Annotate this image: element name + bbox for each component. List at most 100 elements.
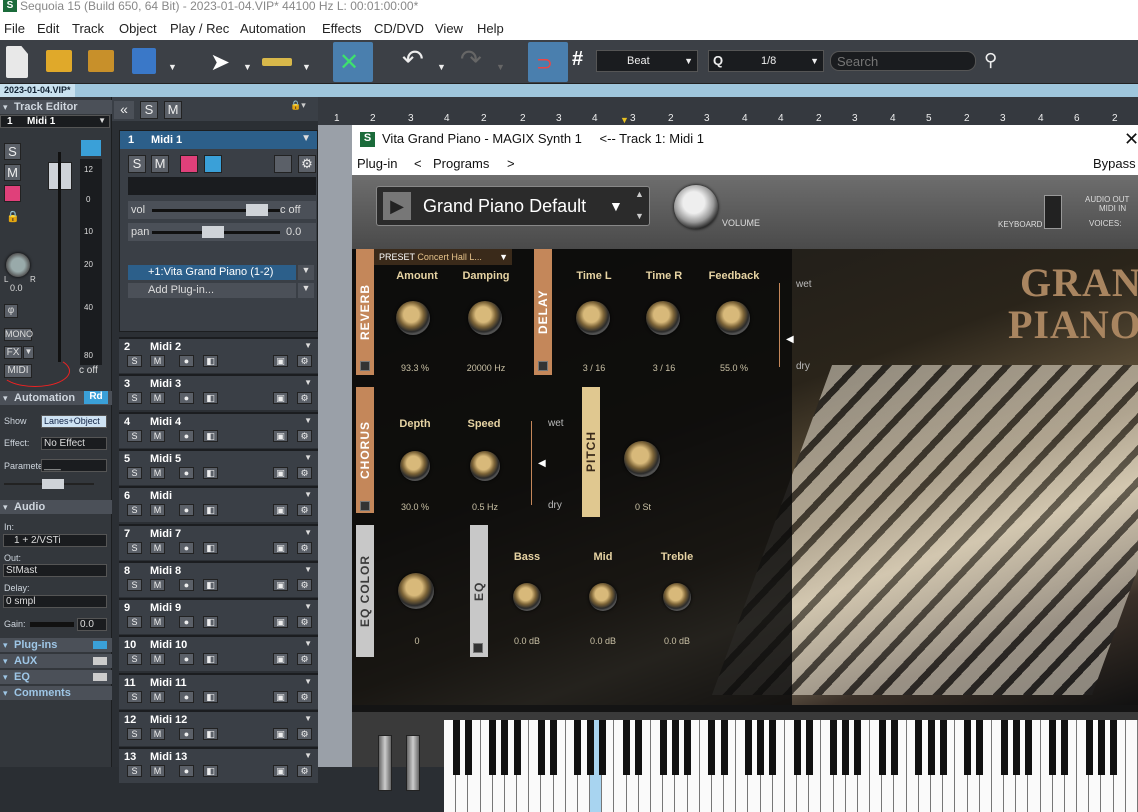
track-monitor-icon[interactable]: ◧ (203, 616, 218, 629)
track-1-monitor-icon[interactable] (204, 155, 222, 173)
search-input[interactable] (830, 51, 976, 71)
track-1-lock-icon[interactable] (274, 155, 292, 173)
menu-play-rec[interactable]: Play / Rec (170, 21, 229, 36)
track-record-button[interactable]: ● (179, 653, 194, 666)
menu-view[interactable]: View (435, 21, 463, 36)
menu-automation[interactable]: Automation (240, 21, 306, 36)
feedback-knob[interactable] (716, 301, 750, 335)
track-1-header[interactable]: 1 Midi 1 ▼ (120, 131, 317, 149)
track-record-button[interactable]: ● (179, 541, 194, 554)
search-icon[interactable]: ⚲ (984, 50, 997, 71)
track-lock-icon[interactable]: ▣ (273, 392, 288, 405)
track-record-button[interactable]: ● (179, 504, 194, 517)
header-lock-icon[interactable]: 🔒▾ (290, 100, 306, 111)
track-lock-icon[interactable]: ▣ (273, 690, 288, 703)
chorus-enable-checkbox[interactable] (360, 501, 370, 511)
eq-enable-checkbox[interactable] (473, 643, 483, 653)
delay-field[interactable]: 0 smpl (3, 595, 107, 608)
track-settings-icon[interactable]: ⚙ (297, 578, 312, 591)
track-monitor-icon[interactable]: ◧ (203, 504, 218, 517)
track-settings-icon[interactable]: ⚙ (297, 690, 312, 703)
track-settings-icon[interactable]: ⚙ (297, 429, 312, 442)
project-tab[interactable]: 2023-01-04.VIP* (0, 84, 75, 97)
track-settings-icon[interactable]: ⚙ (297, 765, 312, 778)
track-mute-button[interactable]: M (150, 429, 165, 442)
time-l-knob[interactable] (576, 301, 610, 335)
track-lock-icon[interactable]: ▣ (273, 578, 288, 591)
snap-magnet-icon[interactable]: ⊃ (528, 42, 568, 82)
track-solo-button[interactable]: S (127, 690, 142, 703)
track-row[interactable]: 5 Midi 5 ▼ S M ● ◧ ▣ ⚙ (119, 448, 318, 485)
programs-menu[interactable]: Programs (433, 156, 489, 171)
track-lock-icon[interactable]: ▣ (273, 504, 288, 517)
track-record-button[interactable]: ● (179, 392, 194, 405)
track-row[interactable]: 11 Midi 11 ▼ S M ● ◧ ▣ ⚙ (119, 672, 318, 709)
quantize-select[interactable]: Q 1/8 ▼ (708, 50, 824, 72)
play-icon[interactable]: ▶ (383, 192, 411, 220)
track-mute-button[interactable]: M (150, 690, 165, 703)
time-r-knob[interactable] (646, 301, 680, 335)
grid-hash-icon[interactable]: # (572, 48, 583, 71)
mute-button[interactable]: M (4, 164, 21, 181)
track-mute-button[interactable]: M (150, 728, 165, 740)
chorus-mix-pointer-icon[interactable]: ◀ (538, 458, 546, 469)
track-row[interactable]: 7 Midi 7 ▼ S M ● ◧ ▣ ⚙ (119, 523, 318, 560)
track-record-button[interactable]: ● (179, 690, 194, 703)
save-icon[interactable] (132, 48, 156, 74)
track-mute-button[interactable]: M (150, 578, 165, 591)
delay-enable-checkbox[interactable] (538, 361, 548, 371)
tool-dropdown-icon[interactable]: ▼ (302, 62, 311, 72)
menu-effects[interactable]: Effects (322, 21, 362, 36)
track-record-button[interactable]: ● (179, 616, 194, 629)
track-monitor-icon[interactable]: ◧ (203, 578, 218, 591)
plugins-toggle[interactable] (93, 641, 107, 649)
arrange-lanes[interactable] (318, 125, 352, 767)
track-row[interactable]: 12 Midi 12 ▼ S M ● ◧ ▣ ⚙ (119, 710, 318, 746)
track-record-button[interactable]: ● (179, 355, 194, 367)
track-settings-icon[interactable]: ⚙ (297, 466, 312, 479)
track-mute-button[interactable]: M (150, 392, 165, 405)
pitch-knob[interactable] (624, 441, 660, 477)
track-row[interactable]: 2 Midi 2 ▼ S M ● ◧ ▣ ⚙ (119, 337, 318, 373)
read-mode-button[interactable]: Rd (84, 391, 108, 404)
pan-knob[interactable] (6, 253, 30, 277)
track-1-mute[interactable]: M (151, 155, 169, 173)
track-mute-button[interactable]: M (150, 765, 165, 778)
track-lock-icon[interactable]: ▣ (273, 765, 288, 778)
playhead-marker-icon[interactable]: ▼ (620, 115, 629, 125)
delay-mix-slider[interactable] (776, 283, 780, 367)
open-folder-icon[interactable] (46, 50, 72, 72)
track-mute-button[interactable]: M (150, 355, 165, 367)
bass-knob[interactable] (513, 583, 541, 611)
track-settings-icon[interactable]: ⚙ (297, 541, 312, 554)
track-monitor-icon[interactable]: ◧ (203, 541, 218, 554)
track-row[interactable]: 6 Midi ▼ S M ● ◧ ▣ ⚙ (119, 486, 318, 523)
track-1-record[interactable] (180, 155, 198, 173)
track-settings-icon[interactable]: ⚙ (297, 355, 312, 367)
plugin-menu-item[interactable]: Plug-in (357, 156, 397, 171)
mod-wheel[interactable] (406, 735, 420, 791)
preset-up-icon[interactable]: ▲ (635, 189, 644, 199)
track-monitor-icon[interactable]: ◧ (203, 653, 218, 666)
track-monitor-icon[interactable]: ◧ (203, 690, 218, 703)
volume-knob[interactable] (674, 185, 718, 229)
track-lock-icon[interactable]: ▣ (273, 616, 288, 629)
track-lock-icon[interactable]: ▣ (273, 466, 288, 479)
preset-down-icon[interactable]: ▼ (635, 211, 644, 221)
track-settings-icon[interactable]: ⚙ (297, 504, 312, 517)
track-monitor-icon[interactable]: ◧ (203, 429, 218, 442)
track-solo-button[interactable]: S (127, 728, 142, 740)
mid-knob[interactable] (589, 583, 617, 611)
vol-slider-handle[interactable] (246, 204, 268, 216)
pitch-bend-wheel[interactable] (378, 735, 392, 791)
chorus-mix-slider[interactable] (528, 421, 532, 505)
global-mute-button[interactable]: M (164, 101, 182, 119)
track-editor-header[interactable]: Track Editor (0, 100, 112, 114)
next-program-button[interactable]: > (507, 156, 515, 171)
timeline-ruler[interactable]: 1 2 3 4 2 2 3 4 3 2 3 4 4 2 3 4 5 2 3 4 6 2 ▼ (318, 97, 1138, 125)
menu-cd-dvd[interactable]: CD/DVD (374, 21, 424, 36)
track-lock-icon[interactable]: ▣ (273, 653, 288, 666)
speaker-icon[interactable] (81, 140, 101, 156)
menu-edit[interactable]: Edit (37, 21, 59, 36)
track-lock-icon[interactable]: ▣ (273, 429, 288, 442)
